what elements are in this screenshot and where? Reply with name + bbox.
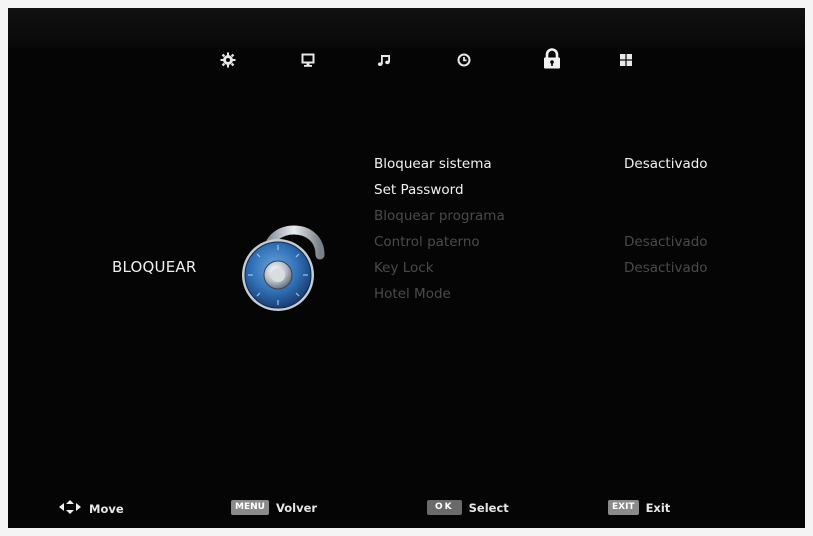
menu-item-set-password[interactable]: Set Password xyxy=(374,182,464,198)
exit-hint: EXIT Exit xyxy=(608,500,670,515)
monitor-icon[interactable] xyxy=(299,51,317,69)
select-label: Select xyxy=(468,500,509,515)
combination-lock-icon xyxy=(228,213,328,313)
clock-icon[interactable] xyxy=(455,51,473,69)
menu-item-bloquear-sistema[interactable]: Bloquear sistema xyxy=(374,156,492,172)
menu-item-bloquear-programa: Bloquear programa xyxy=(374,208,505,224)
back-label: Volver xyxy=(275,500,318,515)
ok-key-badge[interactable]: OK xyxy=(427,500,462,515)
top-bar xyxy=(8,8,805,48)
gear-icon[interactable] xyxy=(219,51,237,69)
music-note-icon[interactable] xyxy=(375,51,393,69)
menu-value-bloquear-sistema: Desactivado xyxy=(624,156,708,172)
select-hint: OK Select xyxy=(427,500,509,515)
category-title: BLOQUEAR xyxy=(112,258,197,276)
tv-menu-screen: BLOQUEAR Move MENU Volver OK Select EXIT… xyxy=(8,8,805,528)
menu-item-control-paterno: Control paterno xyxy=(374,234,480,250)
padlock-icon[interactable] xyxy=(541,48,563,70)
move-hint: Move xyxy=(59,500,124,517)
menu-value-control-paterno: Desactivado xyxy=(624,234,708,250)
arrows-move-icon xyxy=(59,500,81,517)
menu-item-key-lock: Key Lock xyxy=(374,260,434,276)
grid-icon[interactable] xyxy=(617,51,635,69)
menu-item-hotel-mode: Hotel Mode xyxy=(374,286,451,302)
move-label: Move xyxy=(89,501,124,516)
back-hint: MENU Volver xyxy=(231,500,317,515)
menu-key-badge[interactable]: MENU xyxy=(231,500,269,515)
exit-key-badge[interactable]: EXIT xyxy=(608,500,639,515)
exit-label: Exit xyxy=(645,500,671,515)
menu-value-key-lock: Desactivado xyxy=(624,260,708,276)
